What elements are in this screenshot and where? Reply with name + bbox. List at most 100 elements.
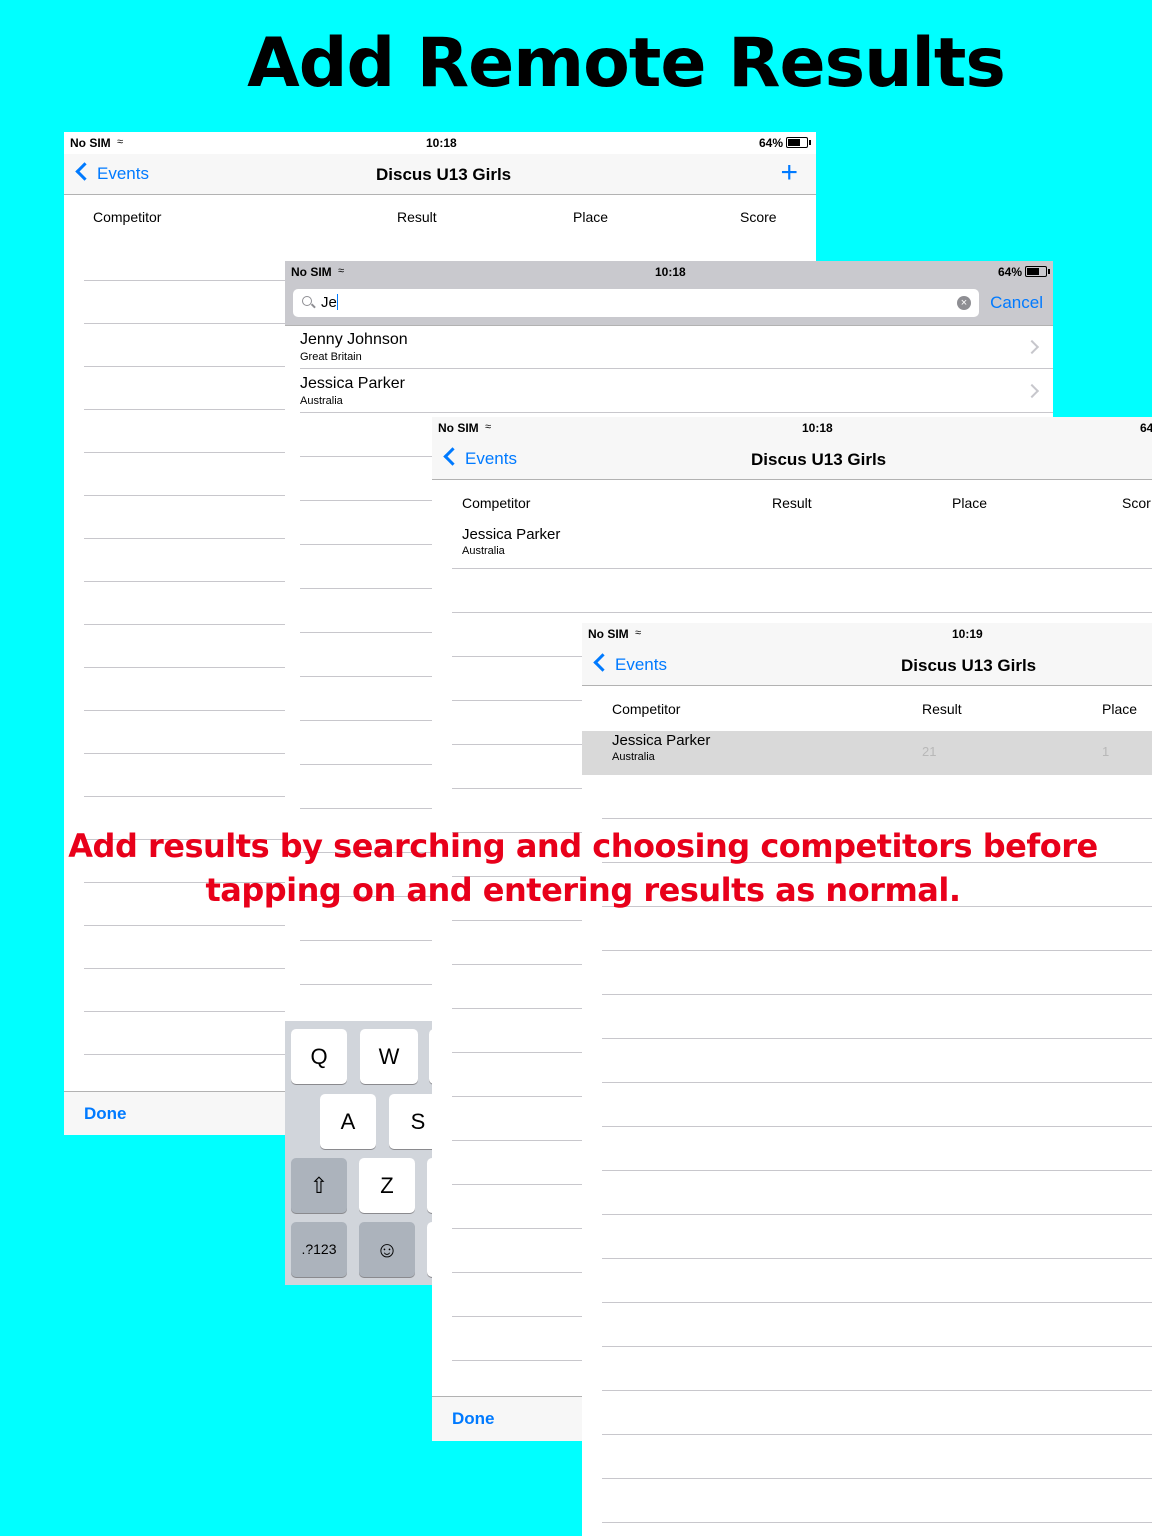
battery-percent: 64% bbox=[997, 265, 1022, 279]
key-a[interactable]: A bbox=[320, 1094, 376, 1149]
row-separator bbox=[602, 994, 1152, 995]
row-separator bbox=[602, 1478, 1152, 1479]
place-value: 1 bbox=[1102, 744, 1110, 759]
wifi-icon: ≈ bbox=[338, 265, 345, 277]
nav-bar: Events Discus U13 Girls + bbox=[64, 154, 816, 195]
header-score: Score bbox=[740, 209, 777, 225]
chevron-right-icon bbox=[1024, 339, 1040, 355]
wifi-icon: ≈ bbox=[485, 421, 492, 433]
header-place: Place bbox=[1102, 701, 1138, 717]
row-separator bbox=[452, 568, 1152, 569]
battery-icon bbox=[786, 137, 811, 148]
competitor-name: Jessica Parker bbox=[300, 375, 405, 392]
clear-icon[interactable]: × bbox=[957, 296, 971, 310]
carrier-label: No SIM bbox=[70, 136, 111, 150]
wifi-icon: ≈ bbox=[635, 627, 642, 639]
nav-title: Discus U13 Girls bbox=[376, 165, 512, 184]
shift-icon: ⇧ bbox=[309, 1173, 329, 1198]
row-separator bbox=[602, 1082, 1152, 1083]
caption-line-1: Add results by searching and choosing co… bbox=[68, 827, 1098, 865]
header-competitor: Competitor bbox=[93, 209, 162, 225]
status-time: 10:18 bbox=[802, 421, 833, 435]
search-input[interactable]: Je × bbox=[293, 289, 979, 317]
competitor-country: Australia bbox=[462, 545, 505, 557]
competitor-country: Australia bbox=[300, 395, 343, 407]
nav-bar: Events Discus U13 Girls bbox=[432, 439, 1152, 480]
done-button[interactable]: Done bbox=[452, 1409, 495, 1429]
header-competitor: Competitor bbox=[612, 701, 681, 717]
back-button[interactable]: Events bbox=[443, 447, 517, 469]
header-place: Place bbox=[952, 495, 988, 511]
caption: Add results by searching and choosing co… bbox=[40, 824, 1126, 912]
carrier-label: No SIM bbox=[291, 265, 332, 279]
search-text: Je bbox=[321, 294, 337, 311]
battery-percent: 64 bbox=[1140, 421, 1152, 435]
row-separator bbox=[602, 1390, 1152, 1391]
status-bar: No SIM ≈ 10:18 64% bbox=[64, 132, 816, 154]
result-value: 21 bbox=[922, 744, 937, 759]
back-label: Events bbox=[97, 164, 149, 183]
header-score: Scor bbox=[1122, 495, 1151, 511]
status-time: 10:18 bbox=[426, 136, 457, 150]
back-button[interactable]: Events bbox=[75, 162, 149, 184]
competitor-country: Great Britain bbox=[300, 351, 362, 363]
status-bar: No SIM ≈ 10:18 64 bbox=[432, 417, 1152, 439]
carrier-label: No SIM bbox=[438, 421, 479, 435]
wifi-icon: ≈ bbox=[117, 136, 124, 148]
nav-bar: Events Discus U13 Girls bbox=[582, 645, 1152, 686]
chevron-right-icon bbox=[1024, 383, 1040, 399]
table-row[interactable]: Jessica Parker Australia 21 1 bbox=[582, 731, 1152, 775]
battery-icon bbox=[1025, 266, 1050, 277]
nav-title: Discus U13 Girls bbox=[751, 450, 887, 469]
row-separator bbox=[452, 612, 1152, 613]
search-icon bbox=[302, 296, 312, 306]
key-w[interactable]: W bbox=[360, 1029, 418, 1084]
header-result: Result bbox=[772, 495, 812, 511]
chevron-left-icon bbox=[443, 447, 462, 466]
status-bar: No SIM ≈ 10:19 bbox=[582, 623, 1152, 645]
header-competitor: Competitor bbox=[462, 495, 531, 511]
competitor-country: Australia bbox=[612, 751, 655, 763]
chevron-left-icon bbox=[593, 653, 612, 672]
done-button[interactable]: Done bbox=[84, 1104, 127, 1124]
numbers-key[interactable]: .?123 bbox=[291, 1222, 347, 1277]
row-separator bbox=[602, 1522, 1152, 1523]
page-title: Add Remote Results bbox=[247, 24, 1006, 103]
back-button[interactable]: Events bbox=[593, 653, 667, 675]
back-label: Events bbox=[465, 449, 517, 468]
emoji-icon: ☺ bbox=[375, 1237, 399, 1262]
row-separator bbox=[602, 1302, 1152, 1303]
row-separator bbox=[602, 1170, 1152, 1171]
nav-title: Discus U13 Girls bbox=[901, 656, 1037, 675]
header-result: Result bbox=[922, 701, 962, 717]
chevron-left-icon bbox=[75, 162, 94, 181]
row-separator bbox=[602, 818, 1152, 819]
row-separator bbox=[602, 1434, 1152, 1435]
competitor-name: Jessica Parker bbox=[462, 526, 561, 543]
back-label: Events bbox=[615, 655, 667, 674]
competitor-name: Jenny Johnson bbox=[300, 331, 408, 348]
carrier-label: No SIM bbox=[588, 627, 629, 641]
emoji-key[interactable]: ☺ bbox=[359, 1222, 415, 1277]
shift-key[interactable]: ⇧ bbox=[291, 1158, 347, 1213]
row-separator bbox=[602, 1126, 1152, 1127]
key-q[interactable]: Q bbox=[291, 1029, 347, 1084]
competitor-name: Jessica Parker bbox=[612, 732, 711, 749]
header-place: Place bbox=[573, 209, 609, 225]
divider bbox=[285, 325, 1053, 326]
battery-percent: 64% bbox=[758, 136, 783, 150]
header-result: Result bbox=[397, 209, 437, 225]
row-separator bbox=[300, 368, 1053, 369]
text-cursor bbox=[336, 294, 339, 310]
plus-icon[interactable]: + bbox=[780, 156, 798, 190]
key-z[interactable]: Z bbox=[359, 1158, 415, 1213]
row-separator bbox=[602, 1346, 1152, 1347]
row-separator bbox=[602, 1258, 1152, 1259]
status-time: 10:18 bbox=[655, 265, 686, 279]
row-separator bbox=[300, 412, 1053, 413]
row-separator bbox=[602, 1214, 1152, 1215]
search-bar: Je × Cancel bbox=[285, 283, 1053, 325]
status-time: 10:19 bbox=[952, 627, 983, 641]
cancel-button[interactable]: Cancel bbox=[990, 293, 1043, 313]
screen-result-entered: No SIM ≈ 10:19 Events Discus U13 Girls C… bbox=[582, 623, 1152, 1536]
